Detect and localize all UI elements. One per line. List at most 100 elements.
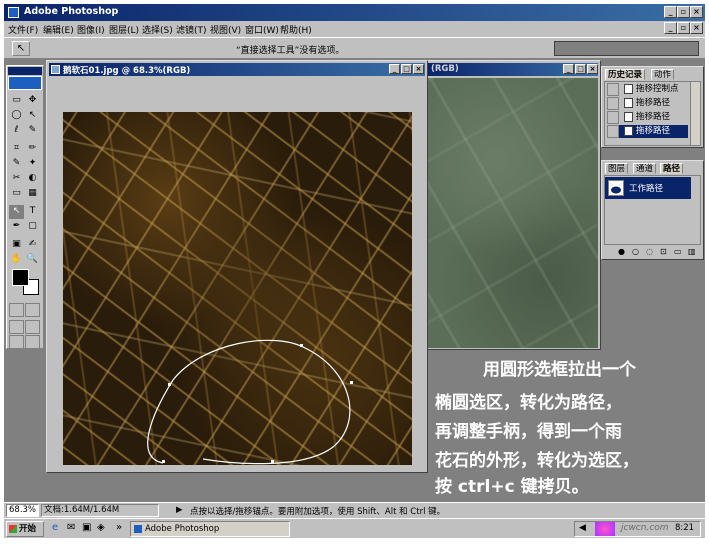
jump-to-imageready-icon[interactable] bbox=[25, 335, 40, 349]
status-arrow-icon[interactable]: ▶ bbox=[176, 505, 183, 515]
dodge-tool-icon[interactable]: ▦ bbox=[25, 187, 40, 201]
document-size[interactable]: 文档:1.64M/1.64M bbox=[41, 504, 159, 517]
menu-file[interactable]: 文件(F) bbox=[8, 23, 38, 36]
history-item[interactable]: 拖移路径 bbox=[607, 111, 688, 124]
history-state-icon bbox=[624, 84, 633, 94]
screen-mode-black-icon[interactable] bbox=[9, 335, 24, 349]
doc-secondary-close-button[interactable]: × bbox=[587, 64, 598, 74]
healing-brush-icon[interactable]: ⌗ bbox=[9, 142, 24, 156]
maximize-button[interactable]: ▫ bbox=[677, 6, 690, 18]
doc-main-title-bar: 鹅软石01.jpg @ 68.3%(RGB) _ □ × bbox=[49, 63, 425, 76]
menu-filter[interactable]: 滤镜(T) bbox=[176, 23, 207, 36]
tray-app-icon[interactable] bbox=[595, 522, 615, 536]
new-path-icon[interactable]: ▭ bbox=[674, 247, 682, 256]
close-button[interactable]: × bbox=[690, 6, 703, 18]
delete-path-icon[interactable]: ▥ bbox=[688, 247, 696, 256]
gradient-tool-icon[interactable]: ◐ bbox=[25, 172, 40, 186]
load-selection-icon[interactable]: ◌ bbox=[646, 247, 653, 256]
document-window-main[interactable]: 鹅软石01.jpg @ 68.3%(RGB) _ □ × bbox=[46, 60, 428, 473]
doc-main-maximize-button[interactable]: □ bbox=[401, 64, 412, 74]
menu-view[interactable]: 视图(V) bbox=[210, 23, 241, 36]
anchor-point[interactable] bbox=[300, 344, 303, 347]
channels-quicklaunch-icon[interactable]: ◈ bbox=[97, 522, 105, 533]
history-item[interactable]: 拖移路径 bbox=[607, 97, 688, 110]
zoom-tool-icon[interactable]: 🔍 bbox=[25, 253, 40, 267]
lasso-tool-icon[interactable]: ◯ bbox=[9, 109, 24, 123]
path-selection-icon[interactable]: ↖ bbox=[9, 205, 24, 219]
doc-close-button[interactable]: × bbox=[690, 22, 703, 34]
paths-palette-buttons: ● ○ ◌ ⊡ ▭ ▥ bbox=[604, 247, 701, 258]
quick-mask-icon[interactable] bbox=[25, 303, 40, 317]
anchor-point[interactable] bbox=[168, 383, 171, 386]
doc-secondary-title-bar: (RGB) _ □ × bbox=[427, 63, 598, 76]
doc-main-minimize-button[interactable]: _ bbox=[389, 64, 400, 74]
crop-tool-icon[interactable]: ℓ bbox=[9, 124, 24, 138]
notes-tool-icon[interactable]: ▣ bbox=[9, 238, 24, 252]
history-scrollbar[interactable] bbox=[690, 82, 700, 145]
eraser-tool-icon[interactable]: ✂ bbox=[9, 172, 24, 186]
history-state-icon bbox=[624, 112, 633, 122]
zoom-field[interactable]: 68.3% bbox=[6, 504, 39, 517]
marquee-tool-icon[interactable]: ▭ bbox=[9, 94, 24, 108]
hand-tool-icon[interactable]: ✋ bbox=[9, 253, 24, 267]
menu-help[interactable]: 帮助(H) bbox=[280, 23, 312, 36]
menu-window[interactable]: 窗口(W) bbox=[245, 23, 279, 36]
fill-path-icon[interactable]: ● bbox=[618, 247, 625, 256]
menu-edit[interactable]: 编辑(E) bbox=[43, 23, 74, 36]
shape-tool-icon[interactable]: ▢ bbox=[25, 220, 40, 234]
screen-mode-standard-icon[interactable] bbox=[9, 320, 24, 334]
history-brush-icon[interactable]: ✦ bbox=[25, 157, 40, 171]
ie-quicklaunch-icon[interactable]: e bbox=[52, 522, 58, 533]
magic-wand-icon[interactable]: ↖ bbox=[25, 109, 40, 123]
anchor-point[interactable] bbox=[350, 381, 353, 384]
foreground-color-swatch[interactable] bbox=[12, 269, 29, 286]
elliptical-work-path[interactable] bbox=[63, 112, 412, 465]
slice-tool-icon[interactable]: ✎ bbox=[25, 124, 40, 138]
doc-secondary-maximize-button[interactable]: □ bbox=[575, 64, 586, 74]
anchor-point[interactable] bbox=[271, 460, 274, 463]
tab-actions[interactable]: 动作 bbox=[651, 69, 675, 80]
menu-layer[interactable]: 图层(L) bbox=[109, 23, 139, 36]
desktop-quicklaunch-icon[interactable]: ▣ bbox=[82, 522, 91, 533]
menu-select[interactable]: 选择(S) bbox=[142, 23, 173, 36]
eyedropper-icon[interactable]: ✍ bbox=[25, 238, 40, 252]
pen-tool-icon[interactable]: ✒ bbox=[9, 220, 24, 234]
standard-mode-icon[interactable] bbox=[9, 303, 24, 317]
quicklaunch-more-icon[interactable]: » bbox=[116, 522, 122, 533]
doc-main-close-button[interactable]: × bbox=[413, 64, 424, 74]
brush-tool-icon[interactable]: ✏ bbox=[25, 142, 40, 156]
path-item-work-path[interactable]: 工作路径 bbox=[605, 177, 691, 199]
caption-line-4: 花石的外形，转化为选区， bbox=[435, 451, 639, 471]
tab-layers[interactable]: 图层 bbox=[605, 163, 629, 174]
move-tool-icon[interactable]: ✥ bbox=[25, 94, 40, 108]
history-item-selected[interactable]: 拖移路径 bbox=[607, 125, 688, 138]
doc-minimize-button[interactable]: _ bbox=[664, 22, 677, 34]
stroke-path-icon[interactable]: ○ bbox=[632, 247, 639, 256]
palette-well[interactable] bbox=[554, 41, 699, 56]
type-tool-icon[interactable]: T bbox=[25, 205, 40, 219]
anchor-point[interactable] bbox=[162, 460, 165, 463]
stamp-tool-icon[interactable]: ✎ bbox=[9, 157, 24, 171]
screen-mode-full-icon[interactable] bbox=[25, 320, 40, 334]
path-curve[interactable] bbox=[147, 339, 351, 465]
direct-selection-tool-icon[interactable]: ↖ bbox=[12, 41, 30, 56]
photoshop-logo-icon[interactable] bbox=[8, 76, 42, 90]
path-thumbnail bbox=[608, 180, 624, 196]
doc-secondary-minimize-button[interactable]: _ bbox=[563, 64, 574, 74]
tab-paths[interactable]: 路径 bbox=[660, 163, 684, 174]
document-window-secondary[interactable]: (RGB) _ □ × bbox=[424, 60, 601, 350]
outlook-quicklaunch-icon[interactable]: ✉ bbox=[67, 522, 75, 533]
history-item[interactable]: 拖移控制点 bbox=[607, 83, 688, 96]
options-message: “直接选择工具”没有选项。 bbox=[236, 46, 345, 56]
doc-restore-button[interactable]: ▫ bbox=[677, 22, 690, 34]
tab-channels[interactable]: 通道 bbox=[633, 163, 657, 174]
menu-image[interactable]: 图像(I) bbox=[77, 23, 105, 36]
tab-history[interactable]: 历史记录 bbox=[605, 69, 646, 80]
taskbar-task-photoshop[interactable]: Adobe Photoshop bbox=[130, 521, 290, 537]
tray-clock[interactable]: 8:21 bbox=[675, 523, 694, 533]
minimize-button[interactable]: _ bbox=[664, 6, 677, 18]
make-path-icon[interactable]: ⊡ bbox=[660, 247, 667, 256]
blur-tool-icon[interactable]: ▭ bbox=[9, 187, 24, 201]
start-button[interactable]: 开始 bbox=[6, 521, 44, 537]
volume-icon[interactable]: ◀ bbox=[579, 523, 586, 533]
